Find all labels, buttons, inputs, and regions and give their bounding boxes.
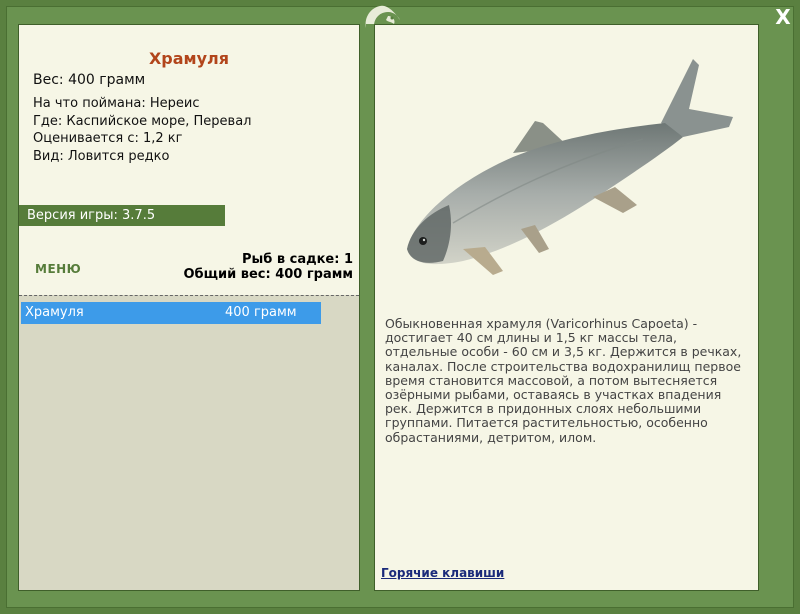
menu-button[interactable]: МЕНЮ bbox=[35, 262, 81, 276]
catch-item-name: Храмуля bbox=[25, 305, 84, 320]
hotkeys-link[interactable]: Горячие клавиши bbox=[381, 566, 504, 580]
value-line: Оценивается с: 1,2 кг bbox=[33, 131, 183, 146]
rarity-line: Вид: Ловится редко bbox=[33, 148, 170, 164]
keepnet-count: Рыб в садке: 1 bbox=[241, 252, 353, 267]
close-button[interactable]: X bbox=[772, 6, 794, 28]
panel-divider bbox=[366, 24, 374, 591]
location-line: Где: Каспийское море, Перевал bbox=[33, 113, 252, 129]
fish-name-title: Храмуля bbox=[148, 49, 230, 68]
catch-item-weight: 400 грамм bbox=[225, 305, 297, 320]
fish-weight: Вес: 400 грамм bbox=[33, 72, 146, 88]
fish-image bbox=[407, 59, 733, 275]
catch-list[interactable]: Храмуля 400 грамм bbox=[19, 296, 359, 590]
keepnet-stats: Рыб в садке: 1 Общий вес: 400 грамм bbox=[183, 252, 353, 282]
keepnet-total-weight: Общий вес: 400 грамм bbox=[183, 267, 353, 282]
list-item[interactable]: Храмуля 400 грамм bbox=[21, 302, 321, 324]
fish-description-panel: Обыкновенная храмуля (Varicorhinus Capoe… bbox=[374, 24, 759, 591]
fish-info-box: Храмуля Вес: 400 грамм На что поймана: Н… bbox=[19, 25, 359, 295]
fish-description: Обыкновенная храмуля (Varicorhinus Capoe… bbox=[385, 316, 742, 445]
bait-line: На что поймана: Нереис bbox=[33, 96, 200, 111]
catch-info-panel: Храмуля Вес: 400 грамм На что поймана: Н… bbox=[18, 24, 360, 591]
game-version-bar: Версия игры: 3.7.5 bbox=[19, 205, 225, 226]
fish-details: На что поймана: Нереис Где: Каспийское м… bbox=[33, 95, 252, 165]
